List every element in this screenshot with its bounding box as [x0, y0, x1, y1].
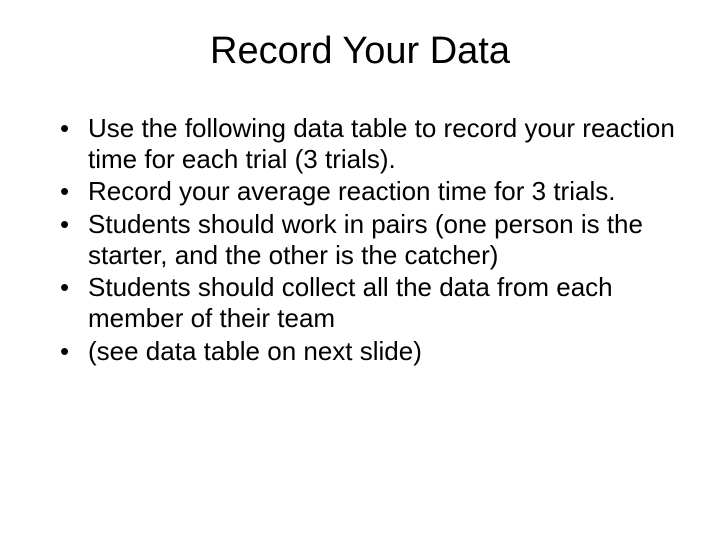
slide-title: Record Your Data [40, 30, 680, 73]
list-item: Students should work in pairs (one perso… [60, 209, 680, 270]
list-item: (see data table on next slide) [60, 336, 680, 367]
slide: Record Your Data Use the following data … [0, 0, 720, 540]
list-item: Record your average reaction time for 3 … [60, 176, 680, 207]
list-item: Students should collect all the data fro… [60, 272, 680, 333]
list-item: Use the following data table to record y… [60, 113, 680, 174]
bullet-list: Use the following data table to record y… [40, 113, 680, 366]
